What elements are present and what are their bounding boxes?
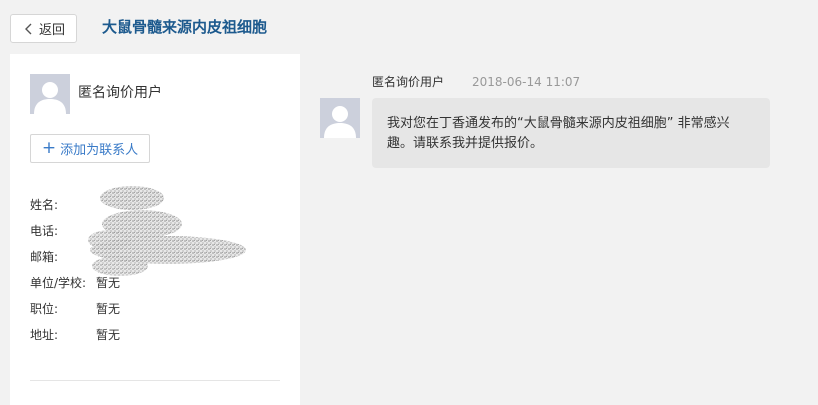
user-name: 匿名询价用户 xyxy=(78,85,162,101)
info-value: 暂无 xyxy=(96,328,121,342)
add-contact-label: 添加为联系人 xyxy=(60,143,139,158)
message-time: 2018-06-14 11:07 xyxy=(472,75,581,89)
page-title: 大鼠骨髓来源内皮祖细胞 xyxy=(102,18,268,36)
chevron-left-icon xyxy=(24,23,32,34)
message-panel: 匿名询价用户 2018-06-14 11:07 我对您在丁香通发布的“大鼠骨髓来源… xyxy=(300,54,818,405)
info-label: 职位: xyxy=(30,302,59,316)
info-label: 地址: xyxy=(30,328,59,342)
avatar xyxy=(30,74,70,114)
user-silhouette-icon xyxy=(320,98,360,138)
message-bubble: 我对您在丁香通发布的“大鼠骨髓来源内皮祖细胞” 非常感兴趣。请联系我并提供报价。 xyxy=(372,98,770,168)
user-silhouette-icon xyxy=(30,74,70,114)
redaction-blur xyxy=(88,186,246,276)
info-row-position: 职位: 暂无 xyxy=(30,296,290,322)
contact-panel: 匿名询价用户 + 添加为联系人 姓名: 电话: 邮箱: 单位/学校: 暂无 职位… xyxy=(10,54,300,405)
info-row-address: 地址: 暂无 xyxy=(30,322,290,348)
top-bar: 返回 大鼠骨髓来源内皮祖细胞 xyxy=(0,0,818,54)
info-value: 暂无 xyxy=(96,302,121,316)
message-meta: 匿名询价用户 2018-06-14 11:07 xyxy=(372,74,580,90)
message-sender: 匿名询价用户 xyxy=(372,75,445,89)
back-button-label: 返回 xyxy=(38,23,65,38)
plus-icon: + xyxy=(41,138,57,158)
add-contact-button[interactable]: + 添加为联系人 xyxy=(30,134,150,163)
message-avatar xyxy=(320,98,360,138)
back-button[interactable]: 返回 xyxy=(10,14,77,43)
divider xyxy=(30,380,280,381)
